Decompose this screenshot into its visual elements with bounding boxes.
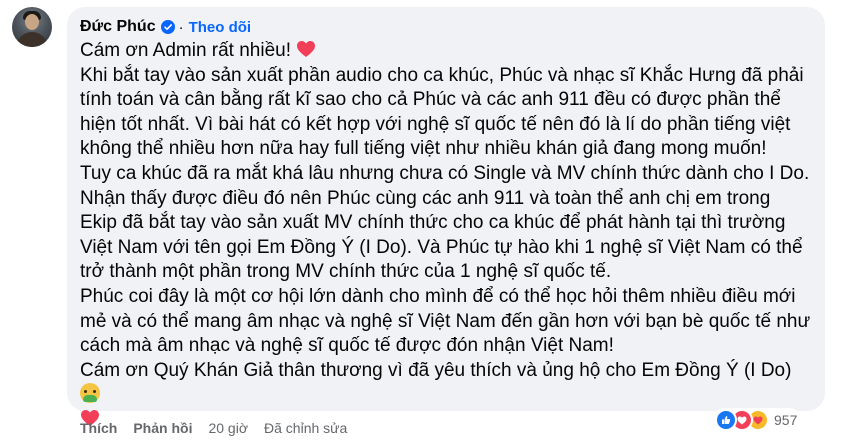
- comment-paragraph: Phúc coi đây là một cơ hội lớn dành cho …: [80, 285, 811, 357]
- red-heart-icon: [297, 41, 316, 57]
- avatar[interactable]: [12, 7, 52, 47]
- comment-actions: Thích Phản hồi 20 giờ Đã chỉnh sửa: [80, 418, 347, 438]
- comment-header: Đức Phúc · Theo dõi: [80, 16, 251, 38]
- separator-dot: ·: [178, 18, 184, 36]
- like-reaction-icon: [715, 409, 737, 431]
- verified-badge-icon: [160, 20, 175, 34]
- reactions-summary[interactable]: 957: [713, 408, 802, 432]
- hugging-face-icon: [80, 383, 100, 404]
- like-button[interactable]: Thích: [80, 420, 117, 436]
- comment-paragraph: Khi bắt tay vào sản xuất phần audio cho …: [80, 64, 804, 160]
- edited-label: Đã chỉnh sửa: [264, 420, 348, 436]
- comment-paragraph: Nhận thấy được điều đó nên Phúc cùng các…: [80, 187, 803, 283]
- reply-button[interactable]: Phản hồi: [133, 420, 192, 436]
- comment-paragraph: Cám ơn Quý Khán Giả thân thương vì đã yê…: [80, 359, 812, 408]
- comment-paragraph: Cám ơn Admin rất nhiều!: [80, 39, 812, 64]
- reaction-count: 957: [774, 412, 798, 428]
- comment-text: Cám ơn Admin rất nhiều! Khi bắt tay vào …: [80, 39, 812, 433]
- author-name[interactable]: Đức Phúc: [80, 18, 156, 36]
- comment-bubble: Đức Phúc · Theo dõi Cám ơn Admin rất nhi…: [67, 7, 825, 426]
- follow-button[interactable]: Theo dõi: [189, 19, 252, 36]
- timestamp[interactable]: 20 giờ: [208, 420, 248, 436]
- comment-paragraph: Tuy ca khúc đã ra mắt khá lâu nhưng chưa…: [80, 162, 810, 184]
